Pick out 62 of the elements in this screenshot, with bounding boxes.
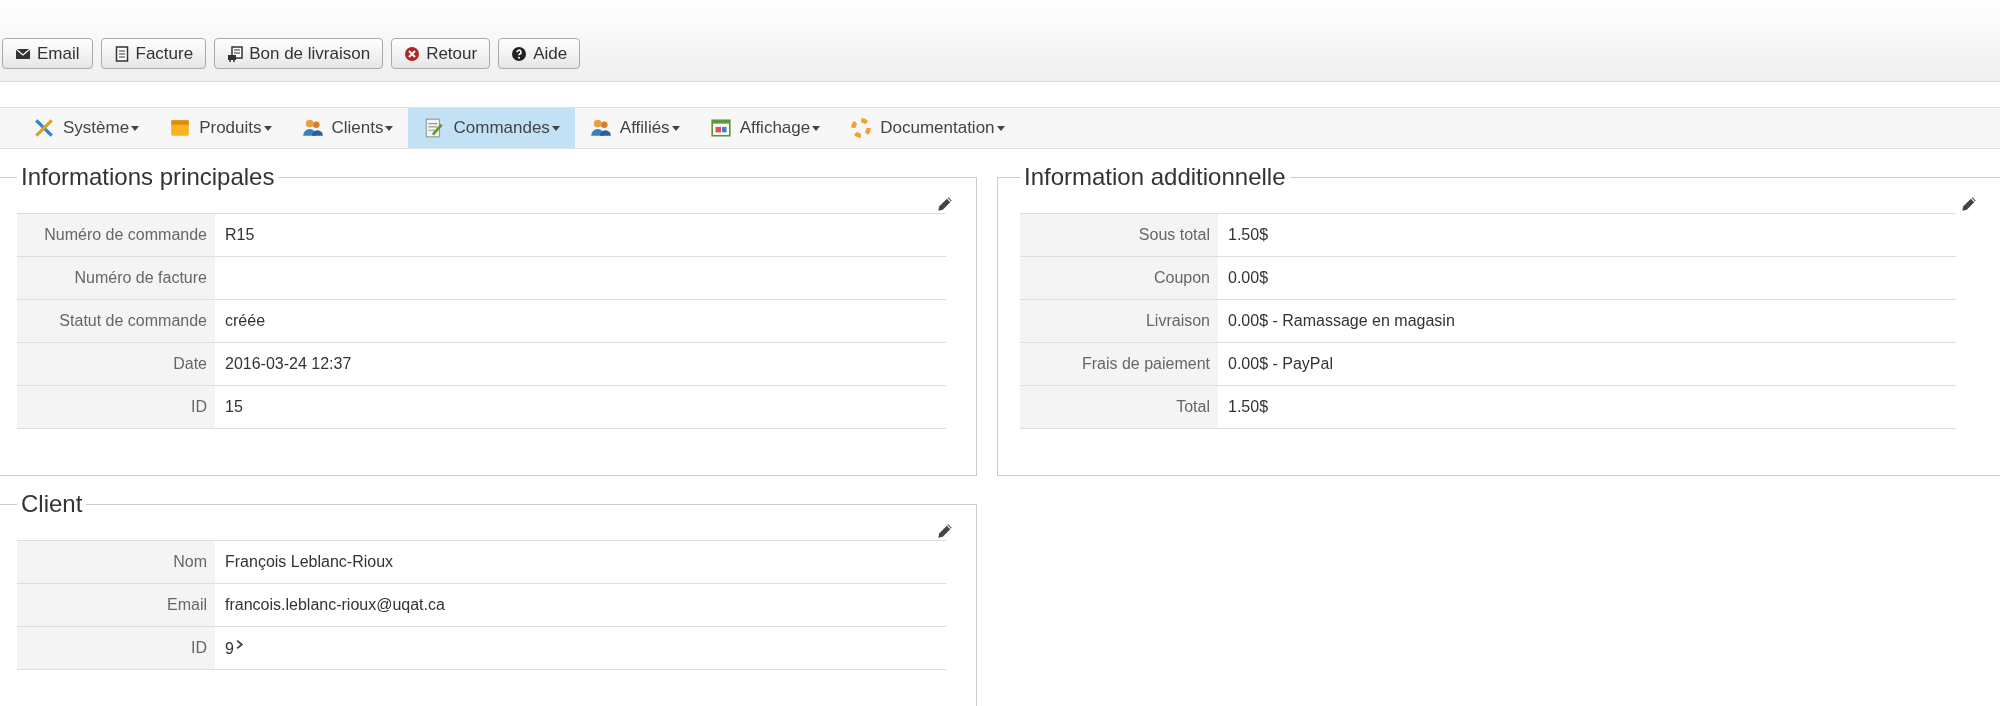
field-value-text: francois.leblanc-rioux@uqat.ca (225, 596, 445, 613)
field-value-text: 0.00$ - Ramassage en magasin (1228, 312, 1455, 329)
field-value-text: 15 (225, 398, 243, 415)
edit-icon[interactable] (936, 522, 954, 540)
menu-item[interactable]: Clients (286, 108, 409, 148)
field-value-text: 1.50$ (1228, 398, 1269, 415)
field-label: Sous total (1020, 213, 1218, 257)
field-value-text: François Leblanc-Rioux (225, 553, 394, 570)
field-label: Email (17, 583, 215, 627)
field-value-text: 0.00$ - PayPal (1228, 355, 1333, 372)
panel-title: Information additionnelle (1023, 163, 1287, 191)
chevron-icon[interactable] (235, 638, 245, 650)
caret-icon (996, 125, 1005, 131)
edit-icon[interactable] (1960, 195, 1978, 213)
window-icon (709, 117, 732, 139)
field-label: Numéro de facture (17, 256, 215, 300)
help-icon (511, 45, 528, 62)
caret-icon (812, 125, 821, 131)
field-label: Frais de paiement (1020, 342, 1218, 386)
people-icon (589, 117, 612, 139)
toolbar-button[interactable]: Bon de livraison (214, 38, 384, 69)
menu-item[interactable]: Système (18, 108, 155, 148)
field-label: Coupon (1020, 256, 1218, 300)
people-icon (301, 117, 324, 139)
field-label: Livraison (1020, 299, 1218, 343)
field-value-text: 9 (225, 639, 234, 657)
panel-title: Informations principales (20, 163, 276, 191)
field-label: Statut de commande (17, 299, 215, 343)
caret-icon (131, 125, 140, 131)
tools-icon (33, 117, 55, 139)
caret-icon (671, 125, 680, 131)
notepad-icon (423, 117, 446, 139)
edit-icon[interactable] (936, 195, 954, 213)
menu-item[interactable]: Affichage (694, 108, 836, 148)
field-label: Nom (17, 540, 215, 584)
toolbar-button[interactable]: Aide (498, 38, 581, 69)
field-value-text: R15 (225, 226, 255, 243)
menu-item[interactable]: Documentation (835, 108, 1020, 148)
menu-item[interactable]: Produits (154, 108, 287, 148)
lifebuoy-icon (850, 117, 873, 139)
box-icon (169, 117, 192, 139)
toolbar-button[interactable]: Email (2, 38, 93, 69)
toolbar-button[interactable]: Retour (391, 38, 491, 69)
cancel-icon (404, 45, 421, 62)
menu-item[interactable]: Commandes (408, 108, 575, 148)
field-value-text: créée (225, 312, 266, 329)
panel-title: Client (20, 490, 84, 518)
caret-icon (385, 125, 394, 131)
field-label: Total (1020, 385, 1218, 429)
caret-icon (263, 125, 272, 131)
document-icon (113, 45, 130, 62)
field-label: Date (17, 342, 215, 386)
field-label: Numéro de commande (17, 213, 215, 257)
field-value-text: 0.00$ (1228, 269, 1269, 286)
field-label: ID (17, 626, 215, 670)
field-value-text: 1.50$ (1228, 226, 1269, 243)
field-label: ID (17, 385, 215, 429)
caret-icon (551, 125, 560, 131)
toolbar-button[interactable]: Facture (100, 38, 207, 69)
delivery-document-icon (227, 45, 244, 62)
field-value-text: 2016-03-24 12:37 (225, 355, 352, 372)
menu-item[interactable]: Affiliés (574, 108, 695, 148)
